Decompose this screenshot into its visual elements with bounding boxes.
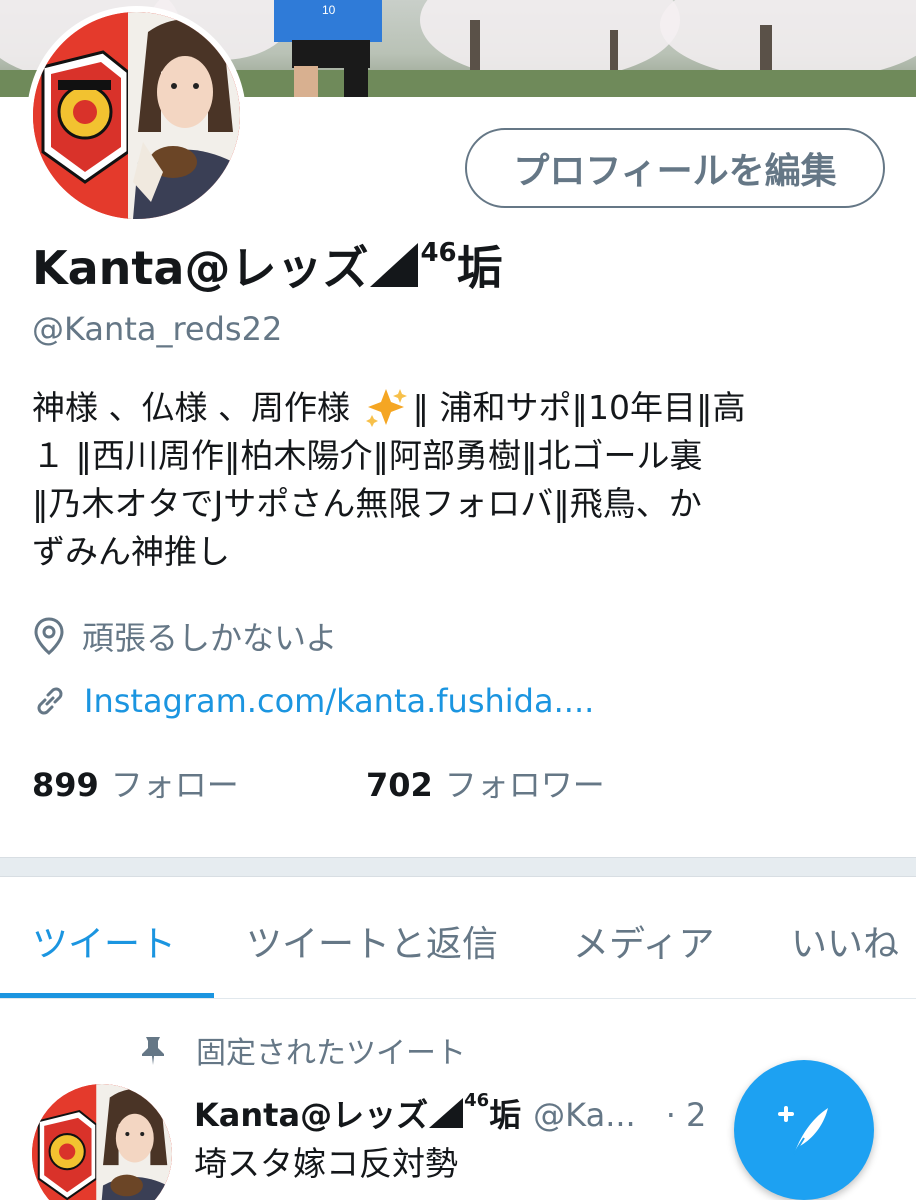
tweet-author-text: Kanta@レッズ — [194, 1096, 429, 1134]
tab-media[interactable]: メディア — [573, 915, 714, 967]
profile-stats: 899 フォロー 702 フォロワー — [32, 760, 605, 806]
tab-tweets[interactable]: ツイート — [32, 915, 176, 967]
tab-tweets-and-replies[interactable]: ツイートと返信 — [246, 915, 498, 967]
followers-count: 702 — [366, 766, 433, 804]
triangle-icon — [429, 1098, 464, 1128]
link-icon — [37, 687, 63, 715]
tab-likes[interactable]: いいね — [791, 915, 899, 967]
triangle-icon — [370, 243, 419, 287]
profile-avatar[interactable] — [27, 6, 246, 225]
tweet-author-sup: 46 — [464, 1090, 490, 1111]
tweet-author-handle: @Ka... — [533, 1096, 636, 1134]
bio-text: 神様 、仏様 、周作様 — [32, 388, 361, 427]
profile-tabs: ツイート ツイートと返信 メディア いいね — [0, 877, 916, 999]
profile-handle: @Kanta_reds22 — [32, 310, 283, 348]
edit-profile-button[interactable]: プロフィールを編集 — [465, 128, 885, 208]
tweet-text: 埼スタ嫁コ反対勢 — [194, 1144, 458, 1183]
bio-line: ‖乃木オタでJサポさん無限フォロバ‖飛鳥、か — [32, 484, 702, 523]
followers-stat[interactable]: 702 フォロワー — [366, 760, 605, 806]
tweet-avatar-image — [32, 1084, 172, 1200]
tweet-header: Kanta@レッズ 46 垢 @Ka... · 2 — [194, 1090, 706, 1136]
location-text: 頑張るしかないよ — [82, 619, 338, 657]
following-label: フォロー — [110, 766, 239, 804]
bio-text: ‖ 浦和サポ‖10年目‖高 — [412, 388, 746, 427]
profile-location: 頑張るしかないよ — [32, 613, 337, 659]
profile-name: Kanta@レッズ 46 垢 — [32, 232, 503, 298]
following-stat[interactable]: 899 フォロー — [32, 760, 366, 806]
active-tab-indicator — [0, 993, 214, 998]
bio-line: １ ‖西川周作‖柏木陽介‖阿部勇樹‖北ゴール裏 — [32, 436, 703, 475]
tweet-avatar[interactable] — [32, 1084, 172, 1200]
profile-name-sup: 46 — [420, 238, 457, 268]
banner-player-photo: 10 — [274, 0, 382, 97]
compose-tweet-button[interactable] — [734, 1060, 874, 1200]
following-count: 899 — [32, 766, 99, 804]
profile-bio: 神様 、仏様 、周作様 ‖ 浦和サポ‖10年目‖高 １ ‖西川周作‖柏木陽介‖阿… — [32, 384, 882, 576]
bio-line: ずみん神推し — [32, 532, 230, 571]
compose-tweet-icon — [778, 1106, 828, 1155]
pinned-tweet-label: 固定されたツイート — [140, 1028, 466, 1072]
tweet-author-name[interactable]: Kanta@レッズ 46 垢 — [194, 1090, 521, 1136]
pinned-label-text: 固定されたツイート — [196, 1036, 466, 1071]
followers-label: フォロワー — [444, 766, 605, 804]
link-text[interactable]: Instagram.com/kanta.fushida.... — [84, 682, 594, 720]
avatar-image — [33, 12, 240, 219]
section-divider — [0, 857, 916, 877]
location-pin-icon — [34, 617, 64, 655]
tweet-author-suffix: 垢 — [489, 1096, 522, 1134]
profile-name-suffix: 垢 — [456, 241, 503, 295]
pin-icon — [142, 1037, 164, 1065]
svg-text:10: 10 — [322, 3, 336, 17]
profile-name-text: Kanta@レッズ — [32, 241, 369, 295]
sparkles-icon — [366, 389, 408, 427]
profile-link[interactable]: Instagram.com/kanta.fushida.... — [32, 682, 594, 720]
bio-line: 神様 、仏様 、周作様 ‖ 浦和サポ‖10年目‖高 — [32, 384, 882, 432]
tweet-timestamp[interactable]: · 2 — [666, 1096, 707, 1134]
